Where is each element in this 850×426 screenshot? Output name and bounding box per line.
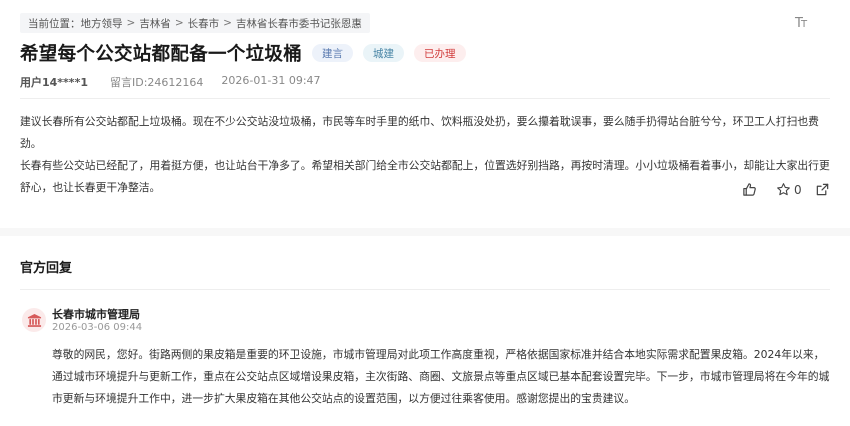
breadcrumb-separator: > (174, 17, 184, 29)
divider (20, 289, 830, 290)
divider (20, 98, 830, 99)
message-body: 建议长春所有公交站都配上垃圾桶。现在不少公交站没垃圾桶，市民等车时手里的纸巾、饮… (20, 111, 832, 199)
tag-urban-construction: 城建 (363, 44, 405, 62)
reply-organization: 长春市城市管理局 (52, 308, 140, 321)
share-button[interactable] (815, 182, 830, 197)
favorite-count: 0 (794, 182, 802, 197)
message-actions: 0 (742, 182, 830, 197)
thumbs-up-icon (743, 183, 756, 196)
font-size-toggle-icon[interactable]: TT (795, 16, 807, 31)
breadcrumb-prefix: 当前位置： (28, 17, 81, 30)
font-toggle-small: T (800, 19, 807, 30)
favorite-button[interactable]: 0 (776, 182, 802, 197)
star-icon (777, 183, 790, 196)
breadcrumb-separator: > (126, 17, 136, 29)
author-name: 用户14****1 (20, 76, 88, 89)
breadcrumb-item-jilin[interactable]: 吉林省 (139, 16, 171, 31)
breadcrumb-item-local-leaders[interactable]: 地方领导 (81, 16, 123, 31)
reply-datetime: 2026-03-06 09:44 (52, 322, 143, 333)
reply-body: 尊敬的网民，您好。街路两侧的果皮箱是重要的环卫设施，市城市管理局对此项工作高度重… (52, 348, 830, 405)
page-title: 希望每个公交站都配备一个垃圾桶 (20, 44, 303, 65)
message-paragraph: 建议长春所有公交站都配上垃圾桶。现在不少公交站没垃圾桶，市民等车时手里的纸巾、饮… (20, 115, 819, 150)
breadcrumb-item-leader[interactable]: 吉林省长春市委书记张恩惠 (236, 16, 362, 31)
breadcrumb: 当前位置： 地方领导 > 吉林省 > 长春市 > 吉林省长春市委书记张恩惠 (20, 13, 370, 33)
like-button[interactable] (742, 182, 757, 197)
breadcrumb-separator: > (223, 17, 232, 29)
message-id: 留言ID:24612164 (109, 76, 204, 89)
share-icon (816, 183, 828, 196)
message-datetime: 2026-01-31 09:47 (221, 74, 321, 87)
official-reply-heading: 官方回复 (20, 261, 73, 276)
government-building-icon (22, 308, 46, 332)
title-row: 希望每个公交站都配备一个垃圾桶 建言 城建 已办理 (20, 40, 466, 66)
message-paragraph: 长春有些公交站已经配了，用着挺方便，也让站台干净多了。希望相关部门给全市公交站都… (20, 159, 830, 194)
breadcrumb-item-changchun[interactable]: 长春市 (188, 16, 220, 31)
message-meta: 用户14****1 留言ID:24612164 2026-01-31 09:47 (20, 74, 321, 90)
status-badge: 已办理 (414, 44, 466, 62)
tag-suggestion: 建言 (312, 44, 354, 62)
section-gap (0, 228, 850, 236)
